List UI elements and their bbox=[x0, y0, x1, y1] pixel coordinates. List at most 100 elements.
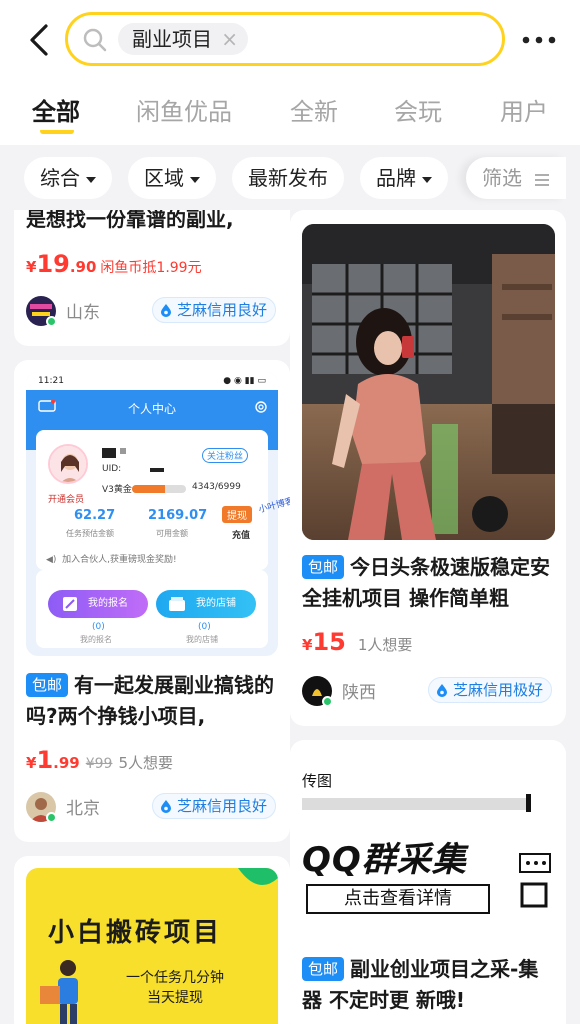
signup-count: (0) bbox=[92, 622, 105, 632]
shop-caption: 我的店铺 bbox=[186, 635, 218, 644]
price: ¥15 1人想要 bbox=[302, 628, 412, 656]
free-shipping-tag: 包邮 bbox=[26, 673, 69, 697]
recharge-label: 充值 bbox=[232, 531, 251, 541]
chevron-down-icon bbox=[422, 176, 432, 183]
credit-label: 芝麻信用良好 bbox=[176, 797, 267, 815]
level-progress bbox=[132, 485, 186, 493]
my-shop-button: 我的店铺 bbox=[156, 590, 256, 618]
seller-info: 北京 芝麻信用良好 bbox=[26, 790, 276, 824]
tab-all[interactable]: 全部 bbox=[32, 92, 80, 127]
filter-sort[interactable]: 综合 bbox=[24, 157, 112, 199]
available-amount-label: 可用金额 bbox=[156, 529, 188, 538]
product-title: 包邮 副业创业项目之采-集器 不定时更 新哦! bbox=[302, 954, 554, 1016]
coin-discount: 闲鱼币抵1.99元 bbox=[100, 260, 202, 276]
product-title: 包邮 今日头条极速版稳定安全挂机项目 操作简单粗 bbox=[302, 552, 554, 614]
withdraw-button: 提现 bbox=[222, 506, 252, 523]
product-image: 小白搬砖项目 一个任务几分钟 当天提现 bbox=[26, 868, 278, 1024]
phone-time: 11:21 bbox=[38, 376, 64, 386]
price: ¥19.90 闲鱼币抵1.99元 bbox=[26, 250, 202, 278]
search-box[interactable]: 副业项目 × bbox=[65, 12, 505, 66]
credit-label: 芝麻信用良好 bbox=[176, 301, 267, 319]
original-price: ¥99 bbox=[85, 756, 113, 772]
filter-region[interactable]: 区域 bbox=[128, 157, 216, 199]
sesame-credit-icon bbox=[160, 304, 171, 317]
filter-screen-label: 筛选 bbox=[482, 166, 522, 190]
tab-users[interactable]: 用户 bbox=[500, 92, 548, 127]
product-card[interactable]: 是想找一份靠谱的副业, ¥19.90 闲鱼币抵1.99元 山东 芝麻信用良好 bbox=[14, 210, 290, 346]
poster-cta: 点击查看详情 bbox=[306, 884, 490, 914]
profile-photo bbox=[50, 446, 86, 482]
phone-header-title: 个人中心 bbox=[127, 402, 176, 416]
back-arrow-icon[interactable] bbox=[26, 22, 52, 58]
search-query-chip[interactable]: 副业项目 × bbox=[118, 23, 248, 55]
my-signup-label: 我的报名 bbox=[88, 598, 128, 609]
filter-brand-label: 品牌 bbox=[376, 166, 416, 190]
poster-marker bbox=[526, 794, 531, 812]
redacted-name bbox=[120, 448, 126, 454]
poster-title: QQ群采集 bbox=[302, 840, 467, 880]
sesame-credit-icon bbox=[160, 800, 171, 813]
poster-band bbox=[302, 798, 528, 810]
level-progress-fill bbox=[132, 485, 166, 493]
product-image: 传图 QQ群采集 点击查看详情 bbox=[302, 752, 555, 940]
price-integer: 15 bbox=[312, 628, 346, 656]
follow-fans-button: 关注粉丝 bbox=[202, 448, 249, 463]
online-indicator bbox=[46, 812, 57, 823]
price: ¥1.99 ¥99 5人想要 bbox=[26, 746, 173, 774]
more-options-icon[interactable] bbox=[522, 36, 556, 44]
seller-info: 陕西 芝麻信用极好 bbox=[302, 674, 552, 708]
tab-xianyu-picks[interactable]: 闲鱼优品 bbox=[136, 92, 232, 127]
currency-symbol: ¥ bbox=[302, 636, 313, 654]
poster-line-2: 当天提现 bbox=[147, 990, 203, 1006]
my-shop-label: 我的店铺 bbox=[196, 598, 236, 609]
worker-illustration bbox=[40, 960, 78, 1024]
seller-location: 山东 bbox=[66, 303, 100, 323]
settings-gear-icon bbox=[255, 401, 267, 413]
invite-text: 加入合伙人,获重磅现金奖励! bbox=[62, 555, 177, 565]
wants-count: 1人想要 bbox=[357, 636, 413, 654]
level-progress-text: 4343/6999 bbox=[192, 482, 241, 492]
estimated-amount: 62.27 bbox=[74, 508, 116, 523]
decoration-shape bbox=[238, 868, 278, 886]
phone-status-bar: 11:21 ● ◉ ▮▮ ▭ bbox=[26, 372, 278, 390]
gym-photo bbox=[302, 224, 555, 540]
profile-card: 开通会员 UID: 关注粉丝 V3黄金 4343/6999 62.27 任务预估… bbox=[36, 430, 268, 570]
active-tab-indicator bbox=[40, 128, 74, 134]
edit-icon bbox=[63, 597, 77, 611]
filter-latest[interactable]: 最新发布 bbox=[232, 157, 344, 199]
member-label: 开通会员 bbox=[48, 495, 85, 505]
free-shipping-tag: 包邮 bbox=[302, 555, 345, 579]
chevron-down-icon bbox=[86, 176, 96, 183]
filter-region-label: 区域 bbox=[144, 166, 184, 190]
online-indicator bbox=[46, 316, 57, 327]
filter-brand[interactable]: 品牌 bbox=[360, 157, 448, 199]
filter-screen[interactable]: 筛选 bbox=[466, 157, 567, 199]
poster-robot-graphic bbox=[519, 853, 551, 908]
price-decimal: .90 bbox=[69, 258, 97, 276]
price-integer: 19 bbox=[36, 250, 70, 278]
redacted-uid bbox=[150, 468, 164, 472]
poster-line-1: 一个任务几分钟 bbox=[126, 970, 224, 986]
my-signup-button: 我的报名 bbox=[48, 590, 148, 618]
filter-latest-label: 最新发布 bbox=[248, 166, 328, 190]
wants-count: 5人想要 bbox=[118, 754, 173, 772]
chevron-down-icon bbox=[190, 176, 200, 183]
signup-caption: 我的报名 bbox=[80, 635, 112, 644]
shop-icon bbox=[169, 597, 185, 611]
product-title: 包邮 有一起发展副业搞钱的吗?两个挣钱小项目, bbox=[26, 670, 278, 732]
profile-avatar bbox=[48, 444, 88, 484]
clear-query-icon[interactable]: × bbox=[221, 23, 238, 55]
status-icons: ● ◉ ▮▮ ▭ bbox=[223, 376, 266, 386]
credit-badge: 芝麻信用良好 bbox=[151, 297, 276, 323]
member-level: V3黄金 bbox=[102, 485, 132, 495]
tab-fun[interactable]: 会玩 bbox=[394, 92, 442, 127]
currency-symbol: ¥ bbox=[26, 754, 37, 772]
filter-bar: 综合 区域 最新发布 品牌 筛选 bbox=[0, 145, 580, 210]
tab-new[interactable]: 全新 bbox=[290, 92, 338, 127]
seller-location: 北京 bbox=[66, 799, 100, 819]
uid-label: UID: bbox=[102, 464, 122, 474]
search-query-text: 副业项目 bbox=[132, 27, 212, 51]
invite-banner: ◀) 加入合伙人,获重磅现金奖励! bbox=[46, 555, 177, 565]
category-tabs: 全部 闲鱼优品 全新 会玩 用户 bbox=[0, 92, 580, 132]
poster-title: 小白搬砖项目 bbox=[48, 918, 223, 948]
